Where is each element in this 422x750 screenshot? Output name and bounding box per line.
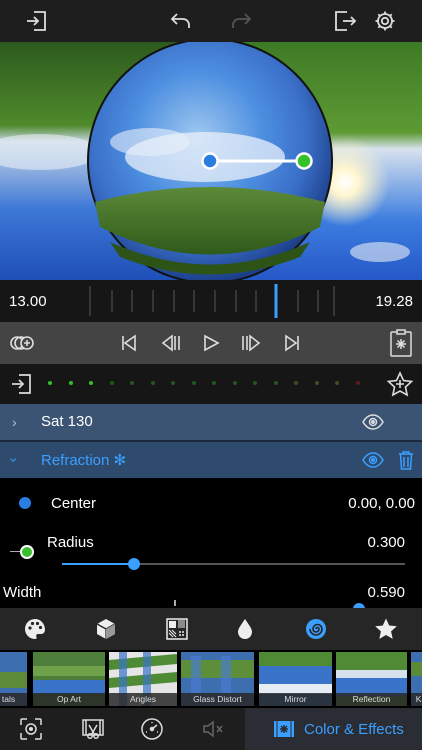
- delete-trash-icon[interactable]: [398, 450, 414, 475]
- width-slider[interactable]: [62, 600, 405, 608]
- timeline-scrubber[interactable]: 13.00 19.28: [0, 280, 422, 322]
- layer-row-refraction[interactable]: › Refraction ✻: [0, 442, 422, 478]
- effect-parameters: Center 0.00, 0.00 Radius 0.300 Width 0.5…: [0, 478, 422, 608]
- effects-clipboard-icon[interactable]: [388, 329, 414, 357]
- effect-thumb[interactable]: Angles: [109, 652, 177, 706]
- level-dot: [294, 381, 298, 385]
- chevron-down-icon[interactable]: ›: [6, 458, 22, 463]
- frame-focus-icon[interactable]: [19, 717, 43, 741]
- level-dot: [191, 381, 196, 385]
- effect-thumb-label: Reflection: [336, 693, 407, 706]
- undo-icon[interactable]: [168, 8, 194, 34]
- effect-thumb-label: tals: [0, 693, 27, 706]
- level-dot: [335, 381, 339, 385]
- star-icon[interactable]: [373, 616, 399, 642]
- level-dot: [109, 381, 114, 385]
- redo-icon[interactable]: [228, 8, 254, 34]
- import-icon[interactable]: [24, 8, 50, 34]
- level-dot: [171, 381, 175, 385]
- skip-to-end-icon[interactable]: [281, 332, 303, 354]
- chevron-right-icon[interactable]: ›: [12, 414, 17, 430]
- effect-thumb[interactable]: Op Art: [33, 652, 105, 706]
- add-layer-icon[interactable]: [10, 372, 34, 401]
- param-label-width: Width: [3, 584, 42, 601]
- pattern-icon[interactable]: [164, 616, 190, 642]
- top-toolbar: [0, 0, 422, 42]
- layer-meter-bar: [0, 364, 422, 404]
- level-dot: [48, 381, 52, 385]
- param-value-center[interactable]: 0.00, 0.00: [348, 495, 415, 512]
- add-clip-icon[interactable]: [10, 332, 36, 354]
- param-label-center: Center: [51, 495, 97, 512]
- drop-icon[interactable]: [232, 616, 258, 642]
- visibility-eye-icon[interactable]: [362, 451, 384, 474]
- level-dot: [150, 381, 155, 385]
- effect-thumb[interactable]: Ka: [411, 652, 422, 706]
- favorite-star-icon[interactable]: [386, 371, 414, 402]
- level-dot: [232, 381, 237, 385]
- center-handle[interactable]: [201, 152, 219, 170]
- trim-scissors-icon[interactable]: [81, 717, 105, 741]
- center-dot: [19, 497, 31, 509]
- settings-gear-icon[interactable]: [372, 8, 398, 34]
- effect-thumb-label: Angles: [109, 693, 177, 706]
- timeline-ticks: [89, 284, 335, 318]
- tab-label: Color & Effects: [304, 721, 404, 738]
- layer-label: Sat 130: [41, 413, 93, 430]
- palette-icon[interactable]: [22, 616, 48, 642]
- tab-color-effects[interactable]: Color & Effects: [245, 708, 422, 750]
- timeline-end: 19.28: [375, 293, 413, 310]
- export-icon[interactable]: [332, 8, 358, 34]
- play-icon[interactable]: [200, 332, 222, 354]
- timeline-start: 13.00: [9, 293, 47, 310]
- effect-thumb[interactable]: Mirror: [259, 652, 332, 706]
- cube-icon[interactable]: [93, 616, 119, 642]
- color-effects-icon: [272, 717, 296, 746]
- effect-thumb-label: Op Art: [33, 693, 105, 706]
- audio-mute-icon[interactable]: [201, 717, 225, 741]
- effect-thumb[interactable]: tals: [0, 652, 27, 706]
- effect-thumb[interactable]: Glass Distort: [181, 652, 254, 706]
- transport-bar: [0, 322, 422, 364]
- level-dot: [89, 381, 93, 385]
- radius-handle[interactable]: [295, 152, 313, 170]
- level-dot: [355, 381, 360, 385]
- level-dot: [212, 381, 216, 385]
- param-value-width[interactable]: 0.590: [367, 584, 405, 601]
- param-value-radius[interactable]: 0.300: [367, 534, 405, 551]
- bottom-tab-bar: Color & Effects: [0, 708, 422, 750]
- skip-to-start-icon[interactable]: [118, 332, 140, 354]
- visibility-eye-icon[interactable]: [362, 413, 384, 436]
- level-dot: [68, 381, 73, 385]
- step-back-icon[interactable]: [160, 332, 182, 354]
- layer-label: Refraction ✻: [41, 452, 127, 469]
- slider-knob[interactable]: [128, 558, 141, 570]
- level-dot: [273, 381, 278, 385]
- speed-gauge-icon[interactable]: [140, 717, 164, 741]
- level-dot: [314, 381, 319, 385]
- preview-image: [0, 42, 422, 280]
- effect-thumb-label: Mirror: [259, 693, 332, 706]
- effect-category-bar: [0, 608, 422, 650]
- radius-slider[interactable]: [62, 557, 405, 571]
- effect-thumb[interactable]: Reflection: [336, 652, 407, 706]
- param-label-radius: Radius: [47, 534, 94, 551]
- swirl-icon[interactable]: [303, 616, 329, 642]
- video-preview[interactable]: [0, 42, 422, 280]
- step-forward-icon[interactable]: [240, 332, 262, 354]
- level-dot: [130, 381, 134, 385]
- radius-dot: [20, 545, 34, 559]
- effect-thumb-label: Glass Distort: [181, 693, 254, 706]
- layer-row-sat[interactable]: › Sat 130: [0, 404, 422, 440]
- effect-thumbnails: tals Op Art Angles Glass Distort Mirror …: [0, 650, 422, 708]
- level-dot: [253, 381, 257, 385]
- effect-thumb-label: Ka: [411, 693, 422, 706]
